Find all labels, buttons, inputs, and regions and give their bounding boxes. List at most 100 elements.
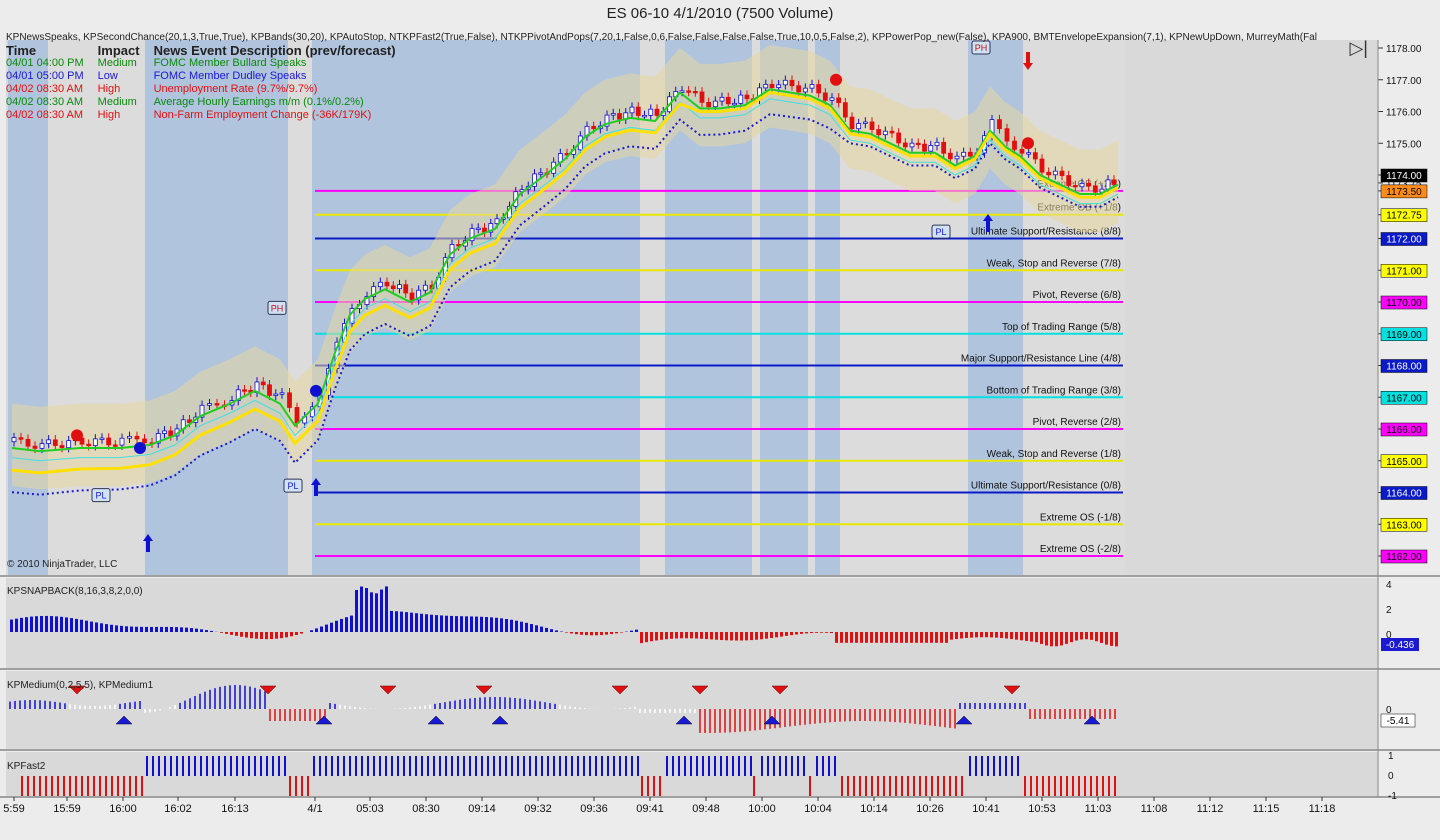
snapback-bar [605, 632, 608, 635]
snapback-bar [60, 616, 63, 632]
next-page-icon[interactable]: ▷| [1349, 38, 1368, 59]
fast-tick-label: -1 [1388, 791, 1397, 802]
candle-body [134, 435, 140, 440]
price-marker-label: 1166.00 [1386, 425, 1422, 436]
indicator-list: KPNewsSpeaks, KPSecondChance(20,1,3,True… [6, 32, 1317, 43]
murrey-label: Pivot, Reverse (2/8) [1033, 417, 1121, 428]
price-tick-label: 1178.00 [1386, 44, 1422, 55]
news-cell-impact: Low [97, 70, 118, 82]
candle-body [207, 403, 212, 406]
time-tick-label: 11:15 [1253, 803, 1280, 815]
candle-body [802, 87, 808, 93]
snapback-panel [6, 578, 1378, 668]
snapback-bar [400, 611, 403, 632]
snapback-bar [500, 618, 503, 632]
candle-body [384, 281, 390, 287]
snapback-bar [600, 632, 603, 636]
snapback-bar [100, 623, 103, 632]
snapback-bar [965, 632, 968, 638]
time-tick-label: 10:41 [972, 803, 1000, 815]
snapback-bar [275, 632, 278, 639]
snapback-bar [55, 616, 58, 632]
pivot-label: PL [935, 227, 946, 237]
candle-body [836, 97, 842, 104]
snapback-bar [955, 632, 958, 639]
snapback-bar [440, 615, 443, 632]
snapback-bar [735, 632, 738, 641]
time-tick-label: 16:02 [164, 803, 192, 815]
snapback-bar [325, 624, 328, 632]
snapback-bar [755, 632, 758, 640]
pivot-label: PL [287, 481, 298, 491]
snapback-bar [40, 615, 43, 632]
snapback-bar [485, 617, 488, 632]
snapback-bar [515, 620, 518, 632]
snapback-bar [665, 632, 668, 640]
snapback-bar [620, 632, 623, 633]
time-tick-label: 10:00 [748, 803, 776, 815]
snapback-bar [640, 632, 643, 644]
snapback-bar [1070, 632, 1073, 643]
snapback-bar [1020, 632, 1023, 641]
time-tick-label: 09:48 [692, 803, 720, 815]
candle-body [475, 227, 481, 230]
candle-body [1111, 179, 1117, 185]
candle-body [617, 113, 622, 120]
snapback-bar [610, 632, 613, 635]
chart-canvas[interactable]: Extreme OB (+2/8)Extreme OB (+1/8)Ultima… [0, 0, 1440, 840]
snapback-bar [375, 593, 378, 632]
candle-body [882, 130, 888, 136]
snapback-bar [1045, 632, 1048, 646]
snapback-bar [1035, 632, 1038, 643]
snapback-bar [465, 616, 468, 632]
snapback-bar [50, 616, 53, 632]
time-tick-label: 10:26 [916, 803, 944, 815]
snapback-bar [645, 632, 648, 643]
snapback-bar [860, 632, 863, 643]
news-cell-impact: Medium [97, 96, 137, 108]
news-cell-time: 04/01 05:00 PM [6, 70, 84, 82]
candle-body [902, 142, 908, 148]
time-tick-label: 11:18 [1309, 803, 1336, 815]
snapback-bar [315, 628, 318, 632]
snapback-tick-label: 2 [1386, 605, 1392, 616]
snapback-bar [940, 632, 943, 643]
snapback-bar [895, 632, 898, 643]
snapback-bar [845, 632, 848, 643]
news-cell-time: 04/02 08:30 AM [6, 83, 84, 95]
snapback-bar [85, 620, 88, 632]
snapback-bar [865, 632, 868, 643]
news-cell-impact: High [97, 83, 121, 95]
snapback-bar [340, 618, 343, 632]
snapback-bar [385, 586, 388, 632]
snapback-bar [150, 626, 153, 632]
snapback-bar [985, 632, 988, 638]
snapback-bar [700, 632, 703, 639]
news-row: 04/02 08:30 AM Medium Average Hourly Earni… [6, 96, 410, 109]
snapback-bar [810, 632, 813, 634]
snapback-bar [10, 619, 13, 632]
time-tick-label: 10:14 [860, 803, 888, 815]
price-marker-label: 1165.00 [1386, 457, 1422, 468]
news-cell-time: 04/02 08:30 AM [6, 96, 84, 108]
snapback-bar [175, 627, 178, 632]
snapback-bar [370, 592, 373, 632]
candle-body [1019, 148, 1025, 154]
snapback-bar [760, 632, 763, 640]
snapback-bar [505, 618, 508, 632]
snapback-bar [800, 632, 803, 634]
snapback-bar [815, 632, 818, 633]
snapback-bar [280, 632, 283, 639]
snapback-bar [90, 621, 93, 632]
candle-body [862, 121, 868, 124]
snapback-bar [545, 627, 548, 632]
snapback-bar [1030, 632, 1033, 642]
snapback-bar [480, 616, 483, 632]
time-tick-label: 16:13 [221, 803, 249, 815]
snapback-bar [105, 624, 108, 632]
candle-body [648, 108, 654, 116]
snapback-bar [970, 632, 973, 638]
snapback-bar [180, 627, 183, 632]
candle-body [934, 141, 940, 146]
snapback-bar [780, 632, 783, 637]
